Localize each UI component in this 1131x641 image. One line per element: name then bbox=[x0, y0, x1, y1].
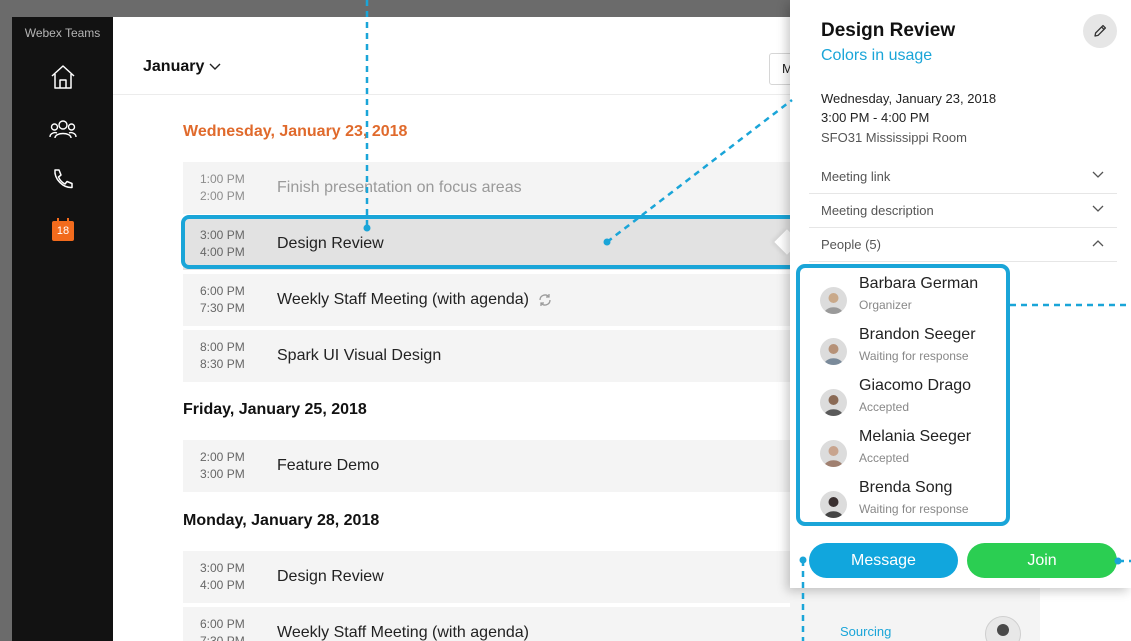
day-heading: Monday, January 28, 2018 bbox=[183, 512, 380, 529]
event-row[interactable]: 8:00 PM 8:30 PM Spark UI Visual Design bbox=[183, 330, 843, 382]
list-item[interactable]: Brenda Song Waiting for response bbox=[820, 479, 1000, 525]
meeting-space-link[interactable]: Colors in usage bbox=[821, 47, 932, 65]
app-title: Webex Teams bbox=[24, 26, 101, 40]
meeting-location: SFO31 Mississippi Room bbox=[821, 130, 967, 145]
join-button[interactable]: Join bbox=[967, 543, 1117, 578]
calendar-icon: 18 bbox=[52, 218, 74, 241]
person-name: Barbara German bbox=[859, 275, 979, 292]
person-icon bbox=[997, 624, 1009, 636]
chevron-down-icon bbox=[1092, 171, 1104, 178]
person-name: Brenda Song bbox=[859, 479, 953, 496]
person-status: Waiting for response bbox=[859, 502, 969, 516]
edit-button[interactable] bbox=[1083, 14, 1117, 48]
person-name: Giacomo Drago bbox=[859, 377, 972, 394]
event-row[interactable]: 1:00 PM 2:00 PM Finish presentation on f… bbox=[183, 162, 843, 214]
message-button[interactable]: Message bbox=[809, 543, 958, 578]
event-start-time: 6:00 PM bbox=[200, 617, 245, 631]
phone-icon bbox=[54, 169, 73, 189]
event-title: Design Review bbox=[277, 568, 384, 585]
event-row-selected[interactable]: 3:00 PM 4:00 PM Design Review bbox=[183, 218, 843, 270]
event-row[interactable]: 6:00 PM 7:30 PM Weekly Staff Meeting (wi… bbox=[183, 274, 843, 326]
event-title: Weekly Staff Meeting (with agenda) bbox=[277, 291, 529, 308]
event-end-time: 7:30 PM bbox=[200, 634, 245, 641]
home-icon bbox=[51, 65, 75, 89]
avatar bbox=[820, 287, 847, 314]
day-heading: Friday, January 25, 2018 bbox=[183, 401, 367, 418]
section-label: Meeting description bbox=[821, 203, 934, 218]
list-item[interactable]: Giacomo Drago Accepted bbox=[820, 377, 1000, 423]
meeting-date: Wednesday, January 23, 2018 bbox=[821, 91, 997, 106]
person-icon bbox=[824, 446, 843, 467]
event-end-time: 8:30 PM bbox=[200, 357, 245, 371]
person-status: Organizer bbox=[859, 298, 912, 312]
person-name: Melania Seeger bbox=[859, 428, 972, 445]
avatar bbox=[820, 440, 847, 467]
person-status: Accepted bbox=[859, 451, 910, 465]
chevron-down-icon bbox=[1092, 205, 1104, 212]
day-heading: Wednesday, January 23, 2018 bbox=[183, 123, 408, 140]
event-end-time: 7:30 PM bbox=[200, 301, 245, 315]
meeting-link-section[interactable]: Meeting link bbox=[809, 159, 1117, 194]
person-icon bbox=[824, 344, 843, 365]
event-start-time: 3:00 PM bbox=[200, 228, 245, 242]
event-start-time: 8:00 PM bbox=[200, 340, 245, 354]
event-start-time: 1:00 PM bbox=[200, 172, 245, 186]
sidebar: Webex Teams 18 bbox=[12, 17, 113, 641]
person-icon bbox=[824, 293, 843, 314]
avatar bbox=[820, 389, 847, 416]
person-name: Brandon Seeger bbox=[859, 326, 976, 343]
recurring-icon bbox=[539, 294, 551, 306]
month-dropdown[interactable]: January bbox=[143, 58, 221, 76]
chevron-up-icon bbox=[1092, 240, 1104, 247]
calendar-nav-button[interactable]: 18 bbox=[43, 215, 83, 247]
meeting-description-section[interactable]: Meeting description bbox=[809, 193, 1117, 228]
event-title: Design Review bbox=[277, 235, 384, 252]
event-end-time: 4:00 PM bbox=[200, 578, 245, 592]
sourcing-link[interactable]: Sourcing bbox=[840, 624, 891, 639]
section-label: Meeting link bbox=[821, 169, 891, 184]
person-icon bbox=[824, 497, 843, 518]
event-end-time: 3:00 PM bbox=[200, 467, 245, 481]
event-title: Finish presentation on focus areas bbox=[277, 179, 522, 196]
avatar bbox=[820, 491, 847, 518]
event-row[interactable]: 3:00 PM 4:00 PM Design Review bbox=[183, 551, 843, 603]
list-item[interactable]: Barbara German Organizer bbox=[820, 275, 1000, 321]
chevron-down-icon bbox=[209, 63, 221, 70]
event-row[interactable]: 2:00 PM 3:00 PM Feature Demo bbox=[183, 440, 843, 492]
pencil-icon bbox=[1094, 24, 1107, 37]
event-end-time: 4:00 PM bbox=[200, 245, 245, 259]
teams-icon bbox=[49, 120, 77, 139]
event-start-time: 2:00 PM bbox=[200, 450, 245, 464]
meeting-time: 3:00 PM - 4:00 PM bbox=[821, 110, 930, 125]
home-nav-button[interactable] bbox=[43, 61, 83, 93]
people-list: Barbara German Organizer Brandon Seeger … bbox=[796, 264, 1010, 526]
list-item[interactable]: Brandon Seeger Waiting for response bbox=[820, 326, 1000, 372]
meeting-title: Design Review bbox=[821, 20, 956, 41]
event-row[interactable]: 6:00 PM 7:30 PM Weekly Staff Meeting (wi… bbox=[183, 607, 843, 641]
teams-nav-button[interactable] bbox=[43, 113, 83, 145]
month-label: January bbox=[143, 58, 205, 75]
section-label: People (5) bbox=[821, 237, 881, 252]
person-icon bbox=[824, 395, 843, 416]
event-title: Feature Demo bbox=[277, 457, 380, 474]
event-start-time: 6:00 PM bbox=[200, 284, 245, 298]
event-title: Spark UI Visual Design bbox=[277, 347, 442, 364]
person-status: Waiting for response bbox=[859, 349, 969, 363]
event-end-time: 2:00 PM bbox=[200, 189, 245, 203]
event-title: Weekly Staff Meeting (with agenda) bbox=[277, 624, 529, 641]
people-section[interactable]: People (5) bbox=[809, 227, 1117, 262]
person-status: Accepted bbox=[859, 400, 910, 414]
avatar bbox=[820, 338, 847, 365]
calls-nav-button[interactable] bbox=[43, 163, 83, 195]
event-start-time: 3:00 PM bbox=[200, 561, 245, 575]
list-item[interactable]: Melania Seeger Accepted bbox=[820, 428, 1000, 474]
